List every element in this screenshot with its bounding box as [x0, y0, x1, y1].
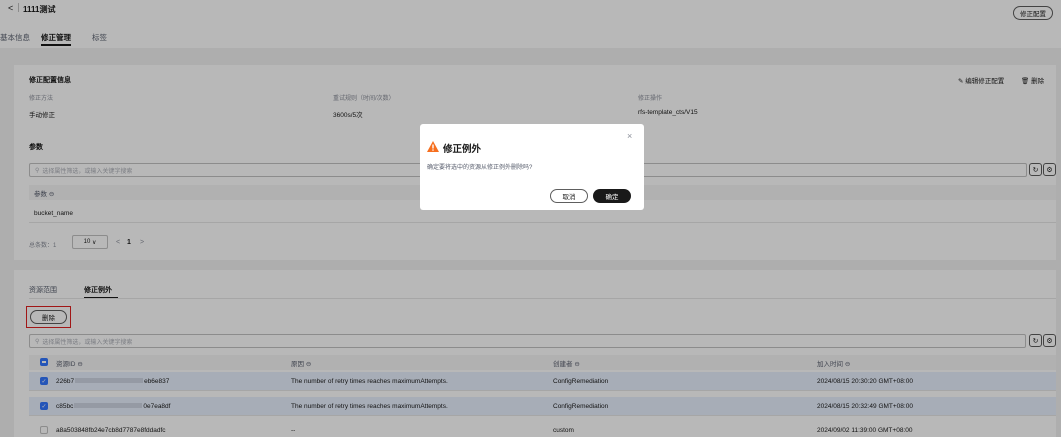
- confirm-button[interactable]: 确定: [593, 189, 631, 203]
- modal-overlay[interactable]: [0, 0, 1061, 437]
- dialog-title: 修正例外: [443, 144, 482, 155]
- confirm-dialog: × 修正例外 确定要将选中的资源从修正例外删除吗? 取消 确定: [420, 124, 644, 210]
- dialog-message: 确定要将选中的资源从修正例外删除吗?: [427, 165, 533, 171]
- close-icon[interactable]: ×: [627, 131, 632, 141]
- cancel-button[interactable]: 取消: [550, 189, 588, 203]
- warning-icon: [427, 141, 439, 154]
